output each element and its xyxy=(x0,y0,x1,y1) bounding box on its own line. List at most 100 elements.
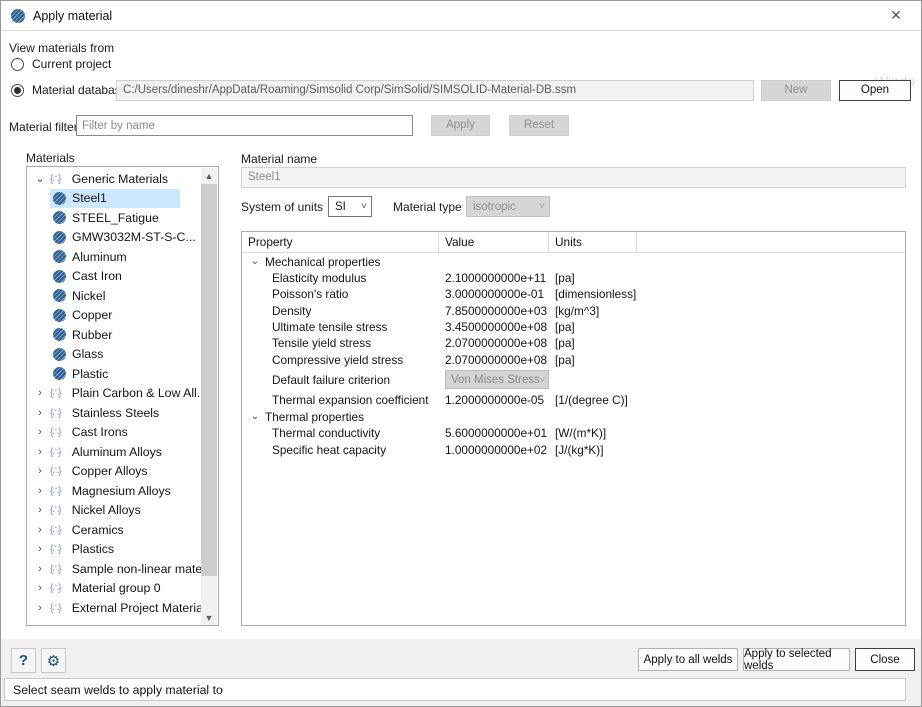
property-name: Default failure criterion xyxy=(242,373,439,387)
scrollbar-thumb[interactable] xyxy=(201,184,217,576)
column-header-units[interactable]: Units xyxy=(549,232,637,252)
property-table-body: ⌄Mechanical propertiesElasticity modulus… xyxy=(242,253,905,458)
tree-item-group[interactable]: ›{∴}Copper Alloys xyxy=(27,462,200,482)
tree-item-label: Generic Materials xyxy=(72,172,168,186)
system-of-units-select[interactable]: SI ˅ xyxy=(328,196,372,217)
property-row[interactable]: ⌄Mechanical properties xyxy=(242,253,905,270)
tree-item-group[interactable]: ›{∴}Nickel Alloys xyxy=(27,501,200,521)
property-row[interactable]: Elasticity modulus2.1000000000e+11[pa] xyxy=(242,270,905,286)
filter-reset-button[interactable]: Reset xyxy=(509,115,569,136)
tree-item-group[interactable]: ›{∴}Plain Carbon & Low All... xyxy=(27,384,200,404)
tree-item-material[interactable]: Rubber xyxy=(27,325,200,345)
property-row[interactable]: Thermal conductivity5.6000000000e+01[W/(… xyxy=(242,425,905,441)
property-row[interactable]: Tensile yield stress2.0700000000e+08[pa] xyxy=(242,335,905,351)
tree-item-group[interactable]: ›{∴}External Project Materials xyxy=(27,598,200,618)
database-path-field[interactable]: C:/Users/dineshr/AppData/Roaming/Simsoli… xyxy=(116,80,754,101)
tree-item-label: Copper xyxy=(72,308,112,322)
tree-item-material[interactable]: Steel1 xyxy=(27,189,200,209)
apply-to-all-welds-button[interactable]: Apply to all welds xyxy=(638,648,738,671)
material-icon xyxy=(53,367,66,380)
property-row[interactable]: Specific heat capacity1.0000000000e+02[J… xyxy=(242,441,905,457)
material-group-icon: {∴} xyxy=(50,504,61,516)
property-units: [pa] xyxy=(549,271,637,285)
material-type-select[interactable]: isotropic ˅ xyxy=(466,196,550,217)
filter-apply-button[interactable]: Apply xyxy=(431,115,490,136)
tree-item-material[interactable]: Nickel xyxy=(27,286,200,306)
chevron-right-icon[interactable]: › xyxy=(33,386,47,400)
column-header-property[interactable]: Property xyxy=(242,232,439,252)
property-row[interactable]: Compressive yield stress2.0700000000e+08… xyxy=(242,351,905,367)
chevron-right-icon[interactable]: › xyxy=(33,562,47,576)
tree-item-material[interactable]: GMW3032M-ST-S-C... xyxy=(27,228,200,248)
help-button[interactable]: ? xyxy=(11,648,36,673)
chevron-right-icon[interactable]: › xyxy=(33,484,47,498)
property-table[interactable]: Property Value Units ⌄Mechanical propert… xyxy=(241,231,906,626)
apply-material-dialog: Apply material ✕ View materials from Cur… xyxy=(0,0,922,707)
system-of-units-value: SI xyxy=(335,201,346,213)
radio-material-database[interactable]: Material database xyxy=(11,83,127,97)
tree-item-group[interactable]: ›{∴}Aluminum Alloys xyxy=(27,442,200,462)
property-row[interactable]: Thermal expansion coefficient1.200000000… xyxy=(242,392,905,408)
scroll-up-icon[interactable]: ▲ xyxy=(201,168,217,184)
tree-item-material[interactable]: Cast Iron xyxy=(27,267,200,287)
chevron-down-icon[interactable]: ⌄ xyxy=(33,172,47,186)
tree-item-group[interactable]: ›{∴}Plastics xyxy=(27,540,200,560)
property-row[interactable]: Poisson's ratio3.0000000000e-01[dimensio… xyxy=(242,286,905,302)
property-row[interactable]: Default failure criterion Von Mises Stres… xyxy=(242,368,905,392)
gear-icon: ⚙ xyxy=(47,652,60,670)
property-row[interactable]: Density7.8500000000e+03[kg/m^3] xyxy=(242,303,905,319)
tree-item-group[interactable]: ›{∴}Stainless Steels xyxy=(27,403,200,423)
tree-item-material[interactable]: Glass xyxy=(27,345,200,365)
materials-label: Materials xyxy=(26,151,75,165)
property-row[interactable]: ⌄Thermal properties xyxy=(242,408,905,425)
tree-item-label: Cast Irons xyxy=(72,425,128,439)
chevron-right-icon[interactable]: › xyxy=(33,464,47,478)
tree-item-group[interactable]: ›{∴}Magnesium Alloys xyxy=(27,481,200,501)
tree-scrollbar[interactable]: ▲ ▼ xyxy=(201,168,217,626)
tree-item-material[interactable]: Aluminum xyxy=(27,247,200,267)
failure-criterion-select[interactable]: Von Mises Stress˅ xyxy=(445,370,549,389)
tree-item-group[interactable]: ⌄{∴}Generic Materials xyxy=(27,169,200,189)
tree-item-group[interactable]: ›{∴}Cast Irons xyxy=(27,423,200,443)
close-button[interactable]: Close xyxy=(855,648,915,671)
chevron-down-icon[interactable]: ⌄ xyxy=(248,411,262,422)
materials-tree[interactable]: ⌄{∴}Generic MaterialsSteel1STEEL_Fatigue… xyxy=(26,166,219,626)
chevron-right-icon[interactable]: › xyxy=(33,581,47,595)
apply-to-selected-welds-button[interactable]: Apply to selected welds xyxy=(743,648,850,671)
open-button[interactable]: Open xyxy=(839,80,911,101)
tree-item-material[interactable]: Plastic xyxy=(27,364,200,384)
radio-icon[interactable] xyxy=(11,58,24,71)
status-text: Select seam welds to apply material to xyxy=(13,683,223,697)
failure-criterion-value: Von Mises Stress xyxy=(451,374,540,386)
radio-current-project[interactable]: Current project xyxy=(11,57,111,71)
radio-selected-icon[interactable] xyxy=(11,84,24,97)
chevron-right-icon[interactable]: › xyxy=(33,523,47,537)
tree-item-label: GMW3032M-ST-S-C... xyxy=(72,230,196,244)
material-type-value: isotropic xyxy=(473,201,516,213)
chevron-right-icon[interactable]: › xyxy=(33,601,47,615)
close-icon[interactable]: ✕ xyxy=(881,1,911,30)
tree-item-material[interactable]: STEEL_Fatigue xyxy=(27,208,200,228)
tree-item-label: Sample non-linear mate... xyxy=(72,562,213,576)
tree-item-label: STEEL_Fatigue xyxy=(72,211,159,225)
new-button[interactable]: New xyxy=(761,80,831,101)
chevron-down-icon[interactable]: ⌄ xyxy=(248,256,262,267)
chevron-right-icon[interactable]: › xyxy=(33,445,47,459)
tree-item-group[interactable]: ›{∴}Material group 0 xyxy=(27,579,200,599)
property-row[interactable]: Ultimate tensile stress3.4500000000e+08[… xyxy=(242,319,905,335)
chevron-right-icon[interactable]: › xyxy=(33,425,47,439)
tree-item-material[interactable]: Copper xyxy=(27,306,200,326)
column-header-value[interactable]: Value xyxy=(439,232,549,252)
chevron-right-icon[interactable]: › xyxy=(33,406,47,420)
tree-item-group[interactable]: ›{∴}Ceramics xyxy=(27,520,200,540)
tree-item-label: Stainless Steels xyxy=(72,406,160,420)
scroll-down-icon[interactable]: ▼ xyxy=(201,610,217,626)
material-filter-input[interactable] xyxy=(76,115,413,136)
chevron-right-icon[interactable]: › xyxy=(33,503,47,517)
chevron-right-icon[interactable]: › xyxy=(33,542,47,556)
tree-item-group[interactable]: ›{∴}Sample non-linear mate... xyxy=(27,559,200,579)
tree-item-label: Nickel xyxy=(72,289,105,303)
settings-button[interactable]: ⚙ xyxy=(41,648,66,673)
property-value: 1.0000000000e+02 xyxy=(439,443,549,457)
tree-item-label: Plastic xyxy=(72,367,108,381)
